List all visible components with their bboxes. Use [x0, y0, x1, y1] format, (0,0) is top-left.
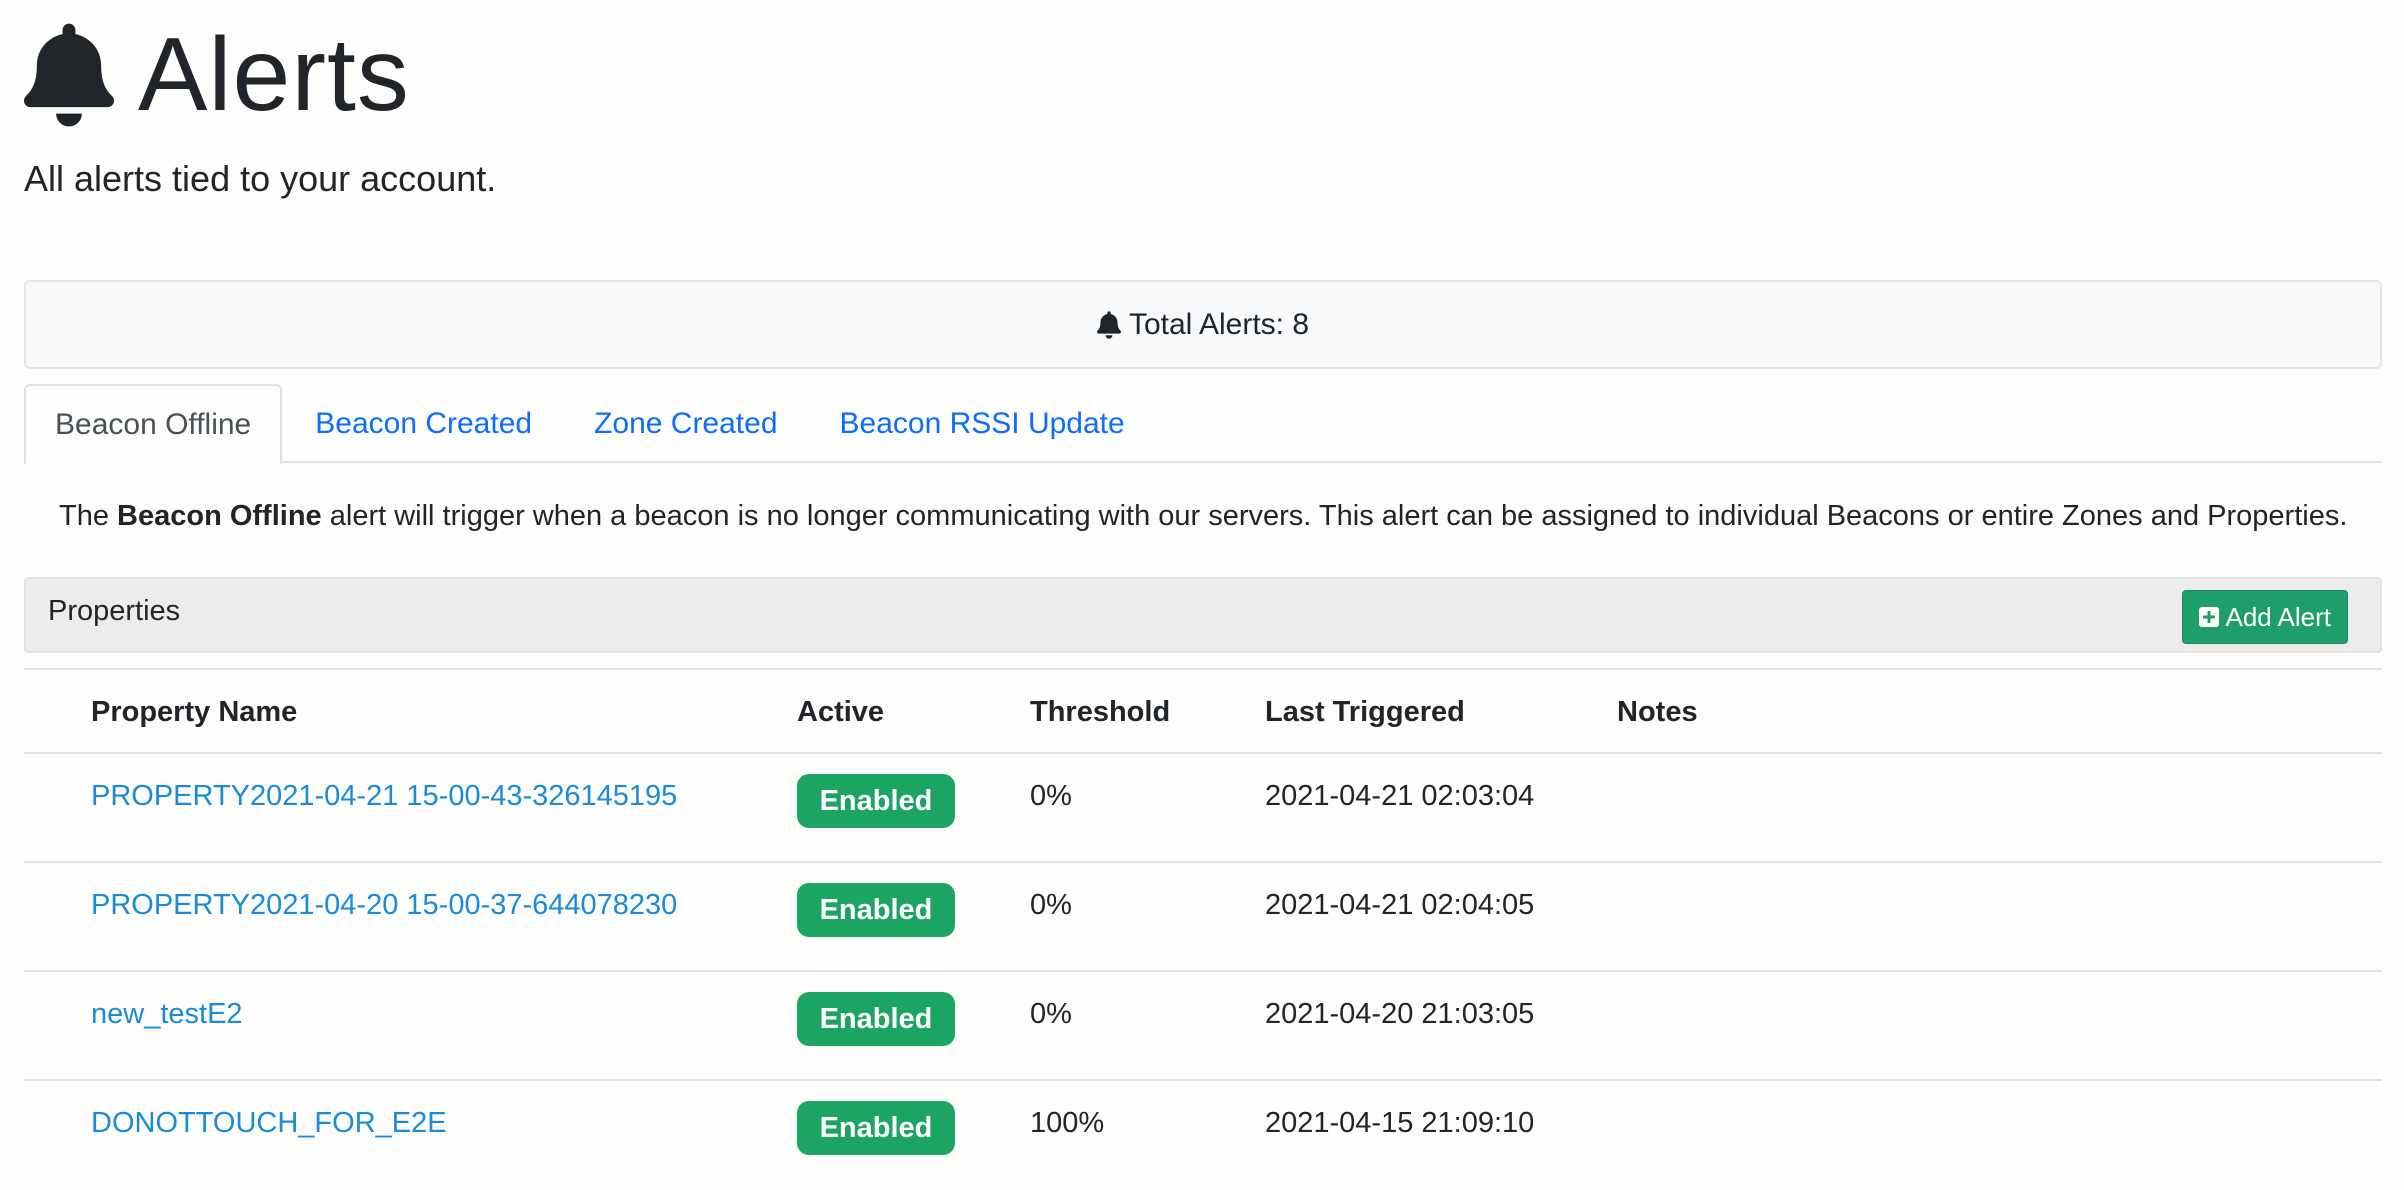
- property-name-link[interactable]: PROPERTY2021-04-20 15-00-37-644078230: [91, 889, 677, 922]
- table-header: Property Name Active Threshold Last Trig…: [24, 668, 2382, 754]
- status-badge: Enabled: [797, 774, 955, 828]
- column-header-threshold: Threshold: [1030, 696, 1171, 728]
- last-triggered-value: 2021-04-21 02:04:05: [1265, 889, 1535, 921]
- column-header-property-name: Property Name: [91, 696, 298, 728]
- tab-beacon-created[interactable]: Beacon Created: [286, 384, 561, 463]
- properties-table: Property Name Active Threshold Last Trig…: [24, 668, 2382, 1190]
- page-header: Alerts: [24, 20, 410, 130]
- description-text: alert will trigger when a beacon is no l…: [321, 500, 2348, 532]
- description-prefix: The: [59, 500, 118, 532]
- alert-description: The Beacon Offline alert will trigger wh…: [59, 500, 2347, 533]
- property-name-link[interactable]: new_testE2: [91, 998, 243, 1031]
- table-row: DONOTTOUCH_FOR_E2E Enabled 100% 2021-04-…: [24, 1081, 2382, 1190]
- tab-zone-created[interactable]: Zone Created: [565, 384, 806, 463]
- threshold-value: 0%: [1030, 889, 1072, 921]
- tab-beacon-rssi-update[interactable]: Beacon RSSI Update: [811, 384, 1154, 463]
- last-triggered-value: 2021-04-21 02:03:04: [1265, 780, 1535, 812]
- alert-type-tabs: Beacon Offline Beacon Created Zone Creat…: [24, 384, 2382, 465]
- tab-beacon-offline[interactable]: Beacon Offline: [24, 384, 283, 465]
- total-alerts-count: Total Alerts: 8: [1128, 307, 1310, 341]
- column-header-active: Active: [797, 696, 885, 728]
- table-row: PROPERTY2021-04-21 15-00-43-326145195 En…: [24, 754, 2382, 863]
- add-alert-button[interactable]: Add Alert: [2182, 590, 2348, 644]
- total-alerts-banner: Total Alerts: 8: [24, 280, 2382, 369]
- table-row: new_testE2 Enabled 0% 2021-04-20 21:03:0…: [24, 972, 2382, 1081]
- bell-icon: [24, 23, 114, 127]
- description-alert-name: Beacon Offline: [117, 500, 322, 532]
- plus-square-icon: [2199, 607, 2220, 627]
- threshold-value: 0%: [1030, 780, 1072, 812]
- status-badge: Enabled: [797, 1101, 955, 1155]
- last-triggered-value: 2021-04-20 21:03:05: [1265, 998, 1535, 1030]
- last-triggered-value: 2021-04-15 21:09:10: [1265, 1107, 1535, 1139]
- table-row: PROPERTY2021-04-20 15-00-37-644078230 En…: [24, 863, 2382, 972]
- property-name-link[interactable]: PROPERTY2021-04-21 15-00-43-326145195: [91, 780, 677, 813]
- page-title: Alerts: [138, 17, 410, 133]
- bell-icon: [1096, 310, 1121, 339]
- status-badge: Enabled: [797, 992, 955, 1046]
- threshold-value: 0%: [1030, 998, 1072, 1030]
- status-badge: Enabled: [797, 883, 955, 937]
- column-header-last-triggered: Last Triggered: [1265, 696, 1465, 728]
- threshold-value: 100%: [1030, 1107, 1105, 1139]
- properties-card-header: Properties Add Alert: [24, 577, 2382, 653]
- page-subtitle: All alerts tied to your account.: [24, 158, 497, 199]
- property-name-link[interactable]: DONOTTOUCH_FOR_E2E: [91, 1107, 447, 1140]
- add-alert-label: Add Alert: [2225, 601, 2331, 632]
- properties-title: Properties: [48, 595, 181, 627]
- column-header-notes: Notes: [1617, 696, 1698, 728]
